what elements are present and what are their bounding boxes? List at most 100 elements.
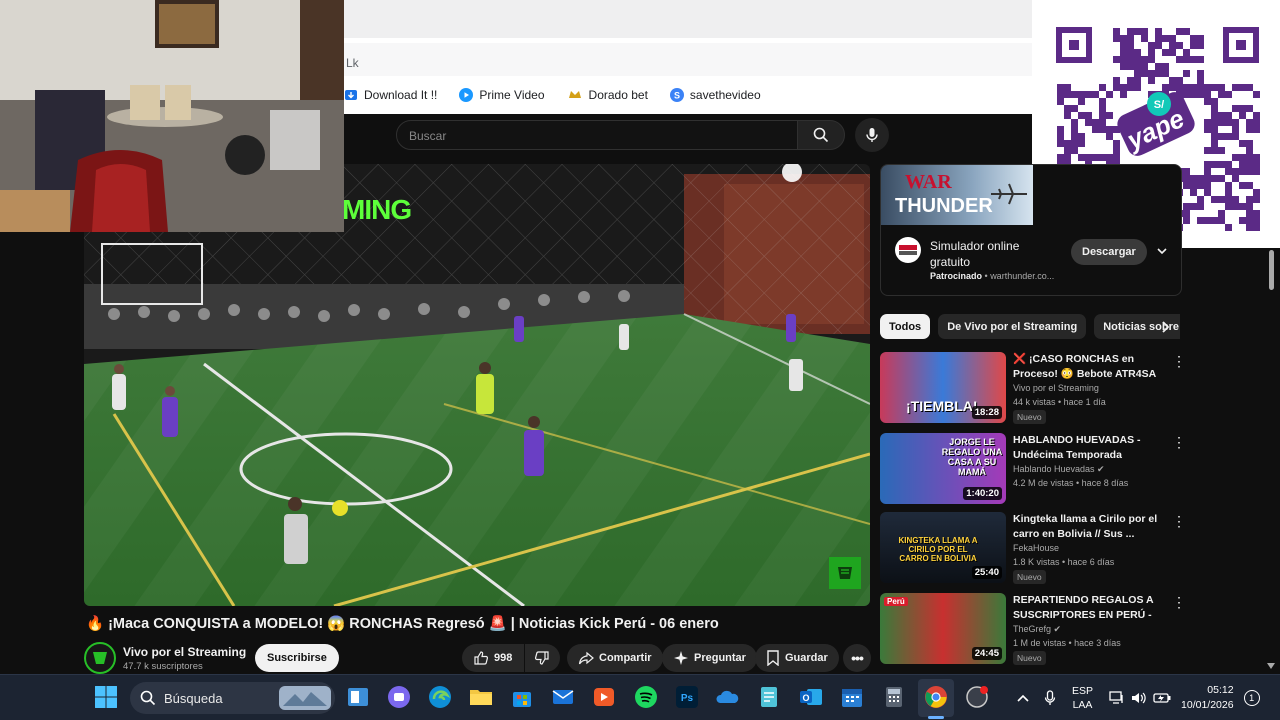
video-title[interactable]: ❌ ¡CASO RONCHAS en Proceso! 😳 Bebote ATR… bbox=[1013, 352, 1163, 382]
qr-module bbox=[1183, 210, 1190, 217]
channel-name[interactable]: Vivo por el Streaming bbox=[1013, 383, 1099, 393]
search-input[interactable]: Buscar bbox=[396, 120, 798, 150]
mail-icon[interactable] bbox=[551, 685, 575, 709]
list-item[interactable]: ¡TIEMBLA! 18:28 ❌ ¡CASO RONCHAS en Proce… bbox=[880, 352, 1186, 426]
video-thumbnail[interactable]: ¡TIEMBLA! 18:28 bbox=[880, 352, 1006, 423]
qr-module bbox=[1211, 105, 1218, 112]
list-item[interactable]: KINGTEKA LLAMA A CIRILO POR EL CARRO EN … bbox=[880, 512, 1186, 586]
subscribe-button[interactable]: Suscribirse bbox=[255, 644, 339, 672]
bookmark-download-it[interactable]: Download It !! bbox=[344, 88, 437, 102]
video-title[interactable]: HABLANDO HUEVADAS - Undécima Temporada [… bbox=[1013, 433, 1163, 463]
bookmark-prime-video[interactable]: Prime Video bbox=[459, 88, 545, 102]
scrollbar-thumb[interactable] bbox=[1269, 250, 1274, 290]
bookmark-label: Download It !! bbox=[364, 88, 438, 102]
qr-module bbox=[1113, 56, 1120, 63]
video-title[interactable]: Kingteka llama a Cirilo por el carro en … bbox=[1013, 512, 1163, 542]
calendar-icon[interactable] bbox=[840, 685, 864, 709]
notepad-icon[interactable] bbox=[757, 685, 781, 709]
address-bar[interactable]: Lk bbox=[344, 38, 1032, 76]
more-vertical-icon[interactable]: ⋮ bbox=[1172, 354, 1186, 368]
bookmark-dorado-bet[interactable]: Dorado bet bbox=[567, 88, 648, 102]
more-vertical-icon[interactable]: ⋮ bbox=[1172, 435, 1186, 449]
video-thumbnail[interactable]: KINGTEKA LLAMA A CIRILO POR EL CARRO EN … bbox=[880, 512, 1006, 583]
chip-all[interactable]: Todos bbox=[880, 314, 931, 339]
recording-app-icon[interactable] bbox=[965, 685, 989, 709]
qr-module bbox=[1141, 70, 1148, 77]
dislike-button[interactable] bbox=[525, 644, 560, 672]
chevron-right-icon[interactable] bbox=[1158, 320, 1172, 334]
more-actions-button[interactable]: ••• bbox=[843, 644, 871, 672]
voice-search-button[interactable] bbox=[855, 118, 889, 152]
windows-start-icon[interactable] bbox=[94, 685, 118, 709]
ad-download-button[interactable]: Descargar bbox=[1071, 239, 1147, 265]
microsoft-store-icon[interactable] bbox=[510, 685, 534, 709]
calculator-icon[interactable] bbox=[882, 685, 906, 709]
channel-name[interactable]: Vivo por el Streaming bbox=[123, 645, 246, 659]
edge-icon[interactable] bbox=[428, 685, 452, 709]
channel-name[interactable]: Hablando Huevadas ✔ bbox=[1013, 464, 1105, 475]
more-horizontal-icon: ••• bbox=[851, 650, 864, 666]
media-player-icon[interactable] bbox=[592, 685, 616, 709]
notification-badge[interactable]: 1 bbox=[1243, 690, 1260, 706]
list-item[interactable]: JORGE LE REGALO UNA CASA A SU MAMÁ 1:40:… bbox=[880, 433, 1186, 507]
qr-module bbox=[1099, 126, 1106, 133]
video-meta: 4.2 M de vistas • hace 8 días bbox=[1013, 478, 1129, 488]
bookmark-savethevideo[interactable]: S savethevideo bbox=[669, 88, 761, 102]
qr-module bbox=[1197, 217, 1204, 224]
taskbar-search-label: Búsqueda bbox=[164, 690, 223, 706]
clock[interactable]: 05:12 10/01/2026 bbox=[1181, 683, 1234, 713]
volume-icon[interactable] bbox=[1131, 691, 1147, 705]
qr-module bbox=[1141, 35, 1148, 42]
list-item[interactable]: Perú 24:45 REPARTIENDO REGALOS A SUSCRIP… bbox=[880, 593, 1186, 667]
channel-name[interactable]: FekaHouse bbox=[1013, 543, 1059, 553]
qr-module bbox=[1078, 140, 1085, 147]
search-button[interactable] bbox=[797, 120, 845, 150]
more-vertical-icon[interactable]: ⋮ bbox=[1172, 514, 1186, 528]
qr-module bbox=[1057, 133, 1064, 140]
chevron-down-icon[interactable] bbox=[1156, 245, 1168, 257]
video-title[interactable]: REPARTIENDO REGALOS A SUSCRIPTORES EN PE… bbox=[1013, 593, 1163, 623]
stream-overlay-text: MING bbox=[342, 194, 412, 225]
ask-button[interactable]: Preguntar bbox=[662, 644, 757, 672]
save-label: Guardar bbox=[785, 652, 828, 664]
photoshop-icon[interactable]: Ps bbox=[675, 685, 699, 709]
qr-module bbox=[1085, 112, 1092, 119]
qr-module bbox=[1204, 217, 1211, 224]
language-indicator[interactable]: ESP LAA bbox=[1072, 684, 1093, 712]
video-thumbnail[interactable]: JORGE LE REGALO UNA CASA A SU MAMÁ 1:40:… bbox=[880, 433, 1006, 504]
battery-icon[interactable] bbox=[1153, 692, 1171, 704]
page-scrollbar[interactable] bbox=[1266, 248, 1276, 674]
network-icon[interactable] bbox=[1109, 691, 1125, 705]
spotify-icon[interactable] bbox=[634, 685, 658, 709]
qr-module bbox=[1232, 154, 1239, 161]
qr-module bbox=[1211, 161, 1218, 168]
more-vertical-icon[interactable]: ⋮ bbox=[1172, 595, 1186, 609]
save-button[interactable]: Guardar bbox=[755, 644, 839, 672]
qr-module bbox=[1246, 126, 1253, 133]
qr-module bbox=[1239, 84, 1246, 91]
address-url-text[interactable]: Lk bbox=[346, 56, 359, 70]
microphone-icon[interactable] bbox=[1044, 690, 1056, 706]
video-thumbnail[interactable]: Perú 24:45 bbox=[880, 593, 1006, 664]
chip-from-channel[interactable]: De Vivo por el Streaming bbox=[938, 314, 1087, 339]
chrome-icon[interactable] bbox=[924, 685, 948, 709]
qr-module bbox=[1071, 126, 1078, 133]
qr-module bbox=[1253, 119, 1260, 126]
like-button[interactable]: 998 bbox=[462, 644, 524, 672]
task-view-icon[interactable] bbox=[346, 685, 370, 709]
channel-avatar[interactable] bbox=[84, 642, 116, 674]
scroll-down-arrow-icon[interactable] bbox=[1266, 662, 1276, 670]
qr-module bbox=[1134, 49, 1141, 56]
outlook-icon[interactable]: O bbox=[799, 685, 823, 709]
teams-icon[interactable] bbox=[387, 685, 411, 709]
youtube-header: Buscar bbox=[344, 114, 1032, 156]
file-explorer-icon[interactable] bbox=[469, 685, 493, 709]
channel-name[interactable]: TheGrefg ✔ bbox=[1013, 624, 1061, 635]
qr-module bbox=[1190, 42, 1197, 49]
sponsored-ad-card[interactable]: WAR THUNDER Simulador online gratuito Pa… bbox=[880, 164, 1182, 296]
onedrive-icon[interactable] bbox=[716, 685, 740, 709]
qr-module bbox=[1225, 189, 1232, 196]
chevron-up-icon[interactable] bbox=[1016, 693, 1030, 703]
share-button[interactable]: Compartir bbox=[567, 644, 663, 672]
taskbar-search[interactable]: Búsqueda bbox=[130, 682, 335, 714]
